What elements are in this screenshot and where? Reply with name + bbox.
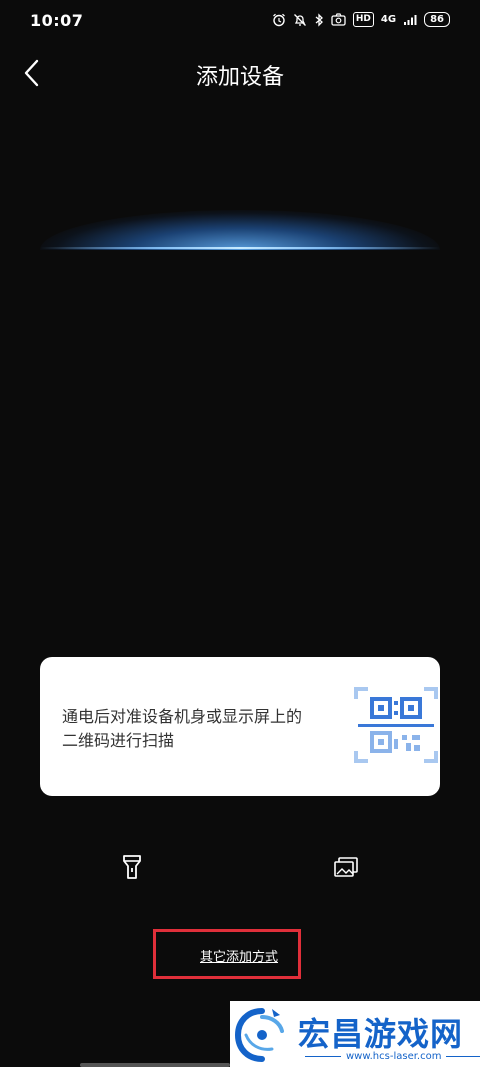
status-icons: HD 4G 86	[272, 12, 450, 27]
status-bar: 10:07 HD 4G 86	[0, 0, 480, 42]
status-time: 10:07	[30, 11, 84, 30]
flashlight-icon	[123, 855, 141, 879]
dragon-logo-icon	[234, 1008, 284, 1062]
mute-bell-icon	[293, 13, 307, 27]
flashlight-button[interactable]	[110, 845, 154, 889]
watermark-url: www.hcs-laser.com	[300, 1051, 480, 1062]
header: 添加设备	[0, 54, 480, 94]
other-add-methods-link[interactable]: 其它添加方式	[200, 946, 278, 965]
battery-level: 86	[424, 12, 450, 27]
page-title: 添加设备	[195, 65, 284, 90]
alarm-icon	[272, 13, 286, 27]
network-type: 4G	[380, 14, 397, 25]
bluetooth-icon	[314, 12, 324, 27]
camera-icon	[331, 13, 346, 26]
site-watermark: 宏昌游戏网 www.hcs-laser.com	[230, 1001, 480, 1067]
gallery-icon	[334, 857, 358, 877]
home-indicator	[80, 1063, 230, 1067]
qr-code-icon	[354, 687, 438, 763]
hd-badge: HD	[352, 12, 374, 27]
signal-icon	[403, 14, 417, 26]
scan-glow	[40, 210, 440, 250]
scan-hint-text: 通电后对准设备机身或显示屏上的二维码进行扫描	[62, 707, 303, 750]
other-methods-highlight: 其它添加方式	[153, 929, 301, 979]
watermark-title: 宏昌游戏网	[298, 1015, 464, 1053]
scan-hint-card: 通电后对准设备机身或显示屏上的二维码进行扫描	[40, 657, 440, 796]
gallery-button[interactable]	[324, 845, 368, 889]
scan-line	[40, 247, 440, 249]
